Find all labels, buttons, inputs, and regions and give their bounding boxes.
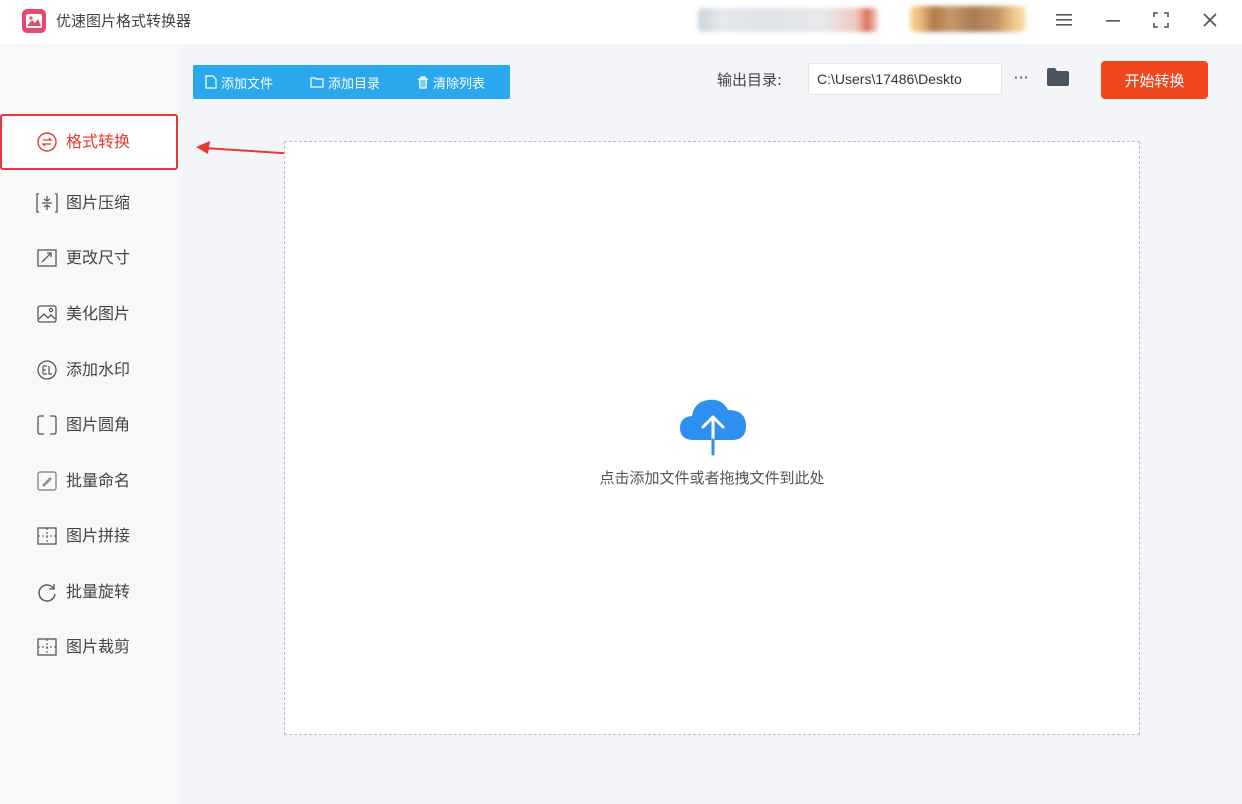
clear-list-button[interactable]: 清除列表 (417, 65, 485, 99)
sidebar-item-label: 图片拼接 (66, 526, 131, 545)
sidebar-item-beautify[interactable]: 美化图片 (0, 286, 178, 342)
add-file-button[interactable]: 添加文件 (205, 65, 273, 99)
close-button[interactable] (1196, 8, 1224, 32)
minimize-button[interactable] (1099, 8, 1127, 32)
maximize-button[interactable] (1147, 8, 1175, 32)
app-title: 优速图片格式转换器 (56, 12, 192, 30)
file-icon (205, 75, 217, 89)
sidebar-item-rotate[interactable]: 批量旋转 (0, 564, 178, 620)
watermark-icon (37, 360, 57, 380)
output-dir-field[interactable]: C:\Users\17486\Deskto (808, 63, 1002, 95)
add-file-label: 添加文件 (221, 76, 274, 92)
open-folder-button[interactable] (1045, 66, 1071, 90)
maximize-icon (1153, 12, 1169, 28)
menu-icon (1056, 14, 1072, 26)
round-corner-icon (37, 415, 57, 435)
file-toolbar: 添加文件 添加目录 清除列表 (193, 65, 510, 99)
sidebar-item-label: 美化图片 (66, 304, 131, 323)
add-folder-button[interactable]: 添加目录 (310, 65, 380, 99)
sidebar-item-watermark[interactable]: 添加水印 (0, 342, 178, 398)
app-logo-icon (22, 9, 46, 33)
browse-more-button[interactable]: ··· (1010, 66, 1032, 90)
blurred-account-info (698, 8, 878, 32)
sidebar-item-label: 批量旋转 (66, 582, 131, 601)
stitch-icon (37, 527, 57, 545)
add-folder-label: 添加目录 (328, 76, 381, 92)
folder-icon (1047, 68, 1069, 86)
compress-icon (36, 193, 58, 213)
sidebar-item-format-convert[interactable]: 格式转换 (0, 114, 178, 170)
close-icon (1203, 13, 1217, 27)
sidebar-item-round-corner[interactable]: 图片圆角 (0, 397, 178, 453)
folder-outline-icon (310, 77, 324, 88)
rename-icon (37, 471, 57, 491)
sidebar-item-rename[interactable]: 批量命名 (0, 453, 178, 509)
output-dir-label: 输出目录: (717, 71, 783, 89)
sidebar-item-label: 图片圆角 (66, 415, 131, 434)
sidebar-item-label: 图片压缩 (66, 193, 131, 212)
file-drop-zone[interactable]: 点击添加文件或者拖拽文件到此处 (284, 141, 1140, 735)
sidebar-item-stitch[interactable]: 图片拼接 (0, 508, 178, 564)
sidebar-item-crop[interactable]: 图片裁剪 (0, 619, 178, 675)
title-bar: 优速图片格式转换器 (0, 0, 1242, 44)
start-convert-button[interactable]: 开始转换 (1101, 61, 1208, 99)
rotate-icon (38, 584, 56, 602)
sidebar-item-compress[interactable]: 图片压缩 (0, 175, 178, 231)
format-convert-icon (37, 132, 57, 152)
sidebar-item-label: 更改尺寸 (66, 248, 131, 267)
minimize-icon (1106, 20, 1120, 22)
sidebar-item-label: 添加水印 (66, 360, 131, 379)
beautify-icon (37, 305, 57, 323)
sidebar-item-label: 图片裁剪 (66, 637, 131, 656)
blurred-user-badge (910, 6, 1026, 32)
sidebar-item-resize[interactable]: 更改尺寸 (0, 230, 178, 286)
drop-zone-hint: 点击添加文件或者拖拽文件到此处 (599, 469, 825, 487)
trash-icon (418, 75, 428, 89)
menu-button[interactable] (1050, 8, 1078, 32)
cloud-upload-icon (680, 399, 746, 456)
resize-icon (37, 249, 57, 267)
sidebar-item-label: 格式转换 (66, 132, 131, 151)
crop-icon (37, 638, 57, 656)
clear-list-label: 清除列表 (433, 76, 486, 92)
sidebar-item-label: 批量命名 (66, 471, 131, 490)
